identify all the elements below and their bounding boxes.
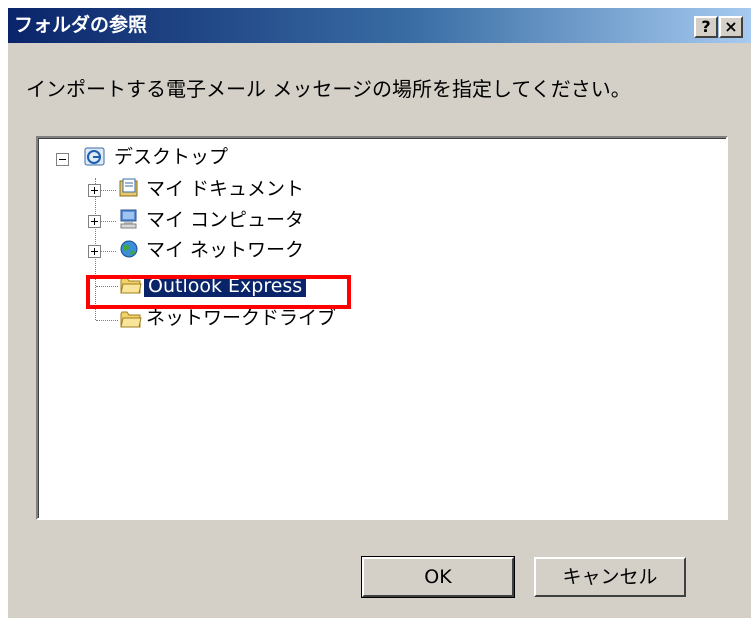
window-title: フォルダの参照 xyxy=(14,14,148,36)
folder-icon xyxy=(120,311,142,328)
expand-toggle[interactable] xyxy=(88,184,101,197)
network-icon xyxy=(120,240,138,258)
collapse-toggle[interactable] xyxy=(56,153,69,166)
documents-icon xyxy=(119,178,138,197)
instruction-text: インポートする電子メール メッセージの場所を指定してください。 xyxy=(26,77,631,101)
tree-item-my-computer[interactable]: マイ コンピュータ xyxy=(146,208,304,232)
ok-button[interactable]: OK xyxy=(361,556,515,598)
folder-tree[interactable]: デスクトップ マイ ドキュメント マイ コンピュータ マイ ネットワーク Out… xyxy=(36,136,728,520)
expand-toggle[interactable] xyxy=(88,245,101,258)
close-button[interactable]: × xyxy=(719,16,743,38)
tree-item-network-drive[interactable]: ネットワークドライブ xyxy=(146,306,336,330)
tree-connector-line xyxy=(96,320,118,321)
expand-toggle[interactable] xyxy=(88,215,101,228)
title-bar[interactable]: フォルダの参照 ? × xyxy=(8,8,751,43)
browse-folder-dialog: フォルダの参照 ? × インポートする電子メール メッセージの場所を指定してくだ… xyxy=(8,8,751,618)
desktop-icon xyxy=(84,147,105,166)
computer-icon xyxy=(120,209,137,229)
cancel-button[interactable]: キャンセル xyxy=(534,557,686,597)
tree-item-my-documents[interactable]: マイ ドキュメント xyxy=(146,177,304,201)
tree-item-desktop[interactable]: デスクトップ xyxy=(114,145,228,169)
highlight-annotation-box xyxy=(86,275,351,309)
help-button[interactable]: ? xyxy=(694,16,718,38)
tree-item-my-network[interactable]: マイ ネットワーク xyxy=(146,238,304,262)
